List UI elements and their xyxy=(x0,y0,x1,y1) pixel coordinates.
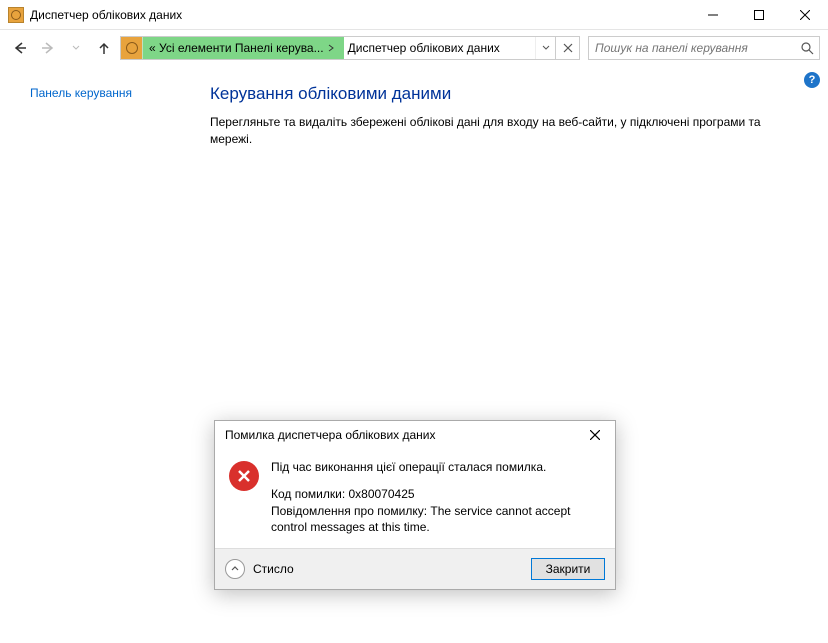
recent-dropdown[interactable] xyxy=(64,36,88,60)
error-code: Код помилки: 0x80070425 xyxy=(271,486,601,503)
dialog-text: Під час виконання цієї операції сталася … xyxy=(271,459,601,536)
dialog-close-button[interactable] xyxy=(581,424,609,446)
sidebar: Панель керування xyxy=(30,76,210,148)
close-icon xyxy=(800,10,810,20)
maximize-icon xyxy=(754,10,764,20)
x-icon xyxy=(562,42,574,54)
address-history-dropdown[interactable] xyxy=(535,37,555,59)
arrow-up-icon xyxy=(97,41,111,55)
address-bar[interactable]: « Усі елементи Панелі керува... Диспетче… xyxy=(120,36,580,60)
dialog-titlebar: Помилка диспетчера облікових даних xyxy=(215,421,615,449)
details-toggle-label[interactable]: Стисло xyxy=(253,562,523,576)
error-icon xyxy=(229,461,259,491)
forward-button[interactable] xyxy=(36,36,60,60)
chevron-down-icon xyxy=(542,44,550,52)
breadcrumb-prefix: « xyxy=(149,41,156,55)
breadcrumb-segment-parent[interactable]: « Усі елементи Панелі керува... xyxy=(143,37,344,59)
app-icon xyxy=(8,7,24,23)
maximize-button[interactable] xyxy=(736,0,782,29)
search-box[interactable] xyxy=(588,36,820,60)
content-area: ? Панель керування Керування обліковими … xyxy=(0,66,828,148)
chevron-right-icon xyxy=(324,44,338,52)
dialog-title: Помилка диспетчера облікових даних xyxy=(225,428,581,442)
search-icon xyxy=(801,42,814,55)
up-button[interactable] xyxy=(92,36,116,60)
error-message: Під час виконання цієї операції сталася … xyxy=(271,459,601,476)
page-heading: Керування обліковими даними xyxy=(210,84,768,104)
location-icon xyxy=(121,37,143,59)
breadcrumb-current-label[interactable]: Диспетчер облікових даних xyxy=(344,41,535,55)
search-input[interactable] xyxy=(589,41,795,55)
back-button[interactable] xyxy=(8,36,32,60)
help-icon[interactable]: ? xyxy=(804,72,820,88)
chevron-down-icon xyxy=(72,44,80,52)
navigation-bar: « Усі елементи Панелі керува... Диспетче… xyxy=(0,30,828,66)
error-detail: Повідомлення про помилку: The service ca… xyxy=(271,503,601,537)
main-panel: Керування обліковими даними Перегляньте … xyxy=(210,76,808,148)
dialog-body: Під час виконання цієї операції сталася … xyxy=(215,449,615,549)
window-titlebar: Диспетчер облікових даних xyxy=(0,0,828,30)
dialog-close-action-button[interactable]: Закрити xyxy=(531,558,605,580)
chevron-up-icon xyxy=(231,565,239,573)
close-icon xyxy=(590,430,600,440)
minimize-button[interactable] xyxy=(690,0,736,29)
sidebar-link-control-panel[interactable]: Панель керування xyxy=(30,86,132,100)
window-title: Диспетчер облікових даних xyxy=(30,8,182,22)
window-controls xyxy=(690,0,828,29)
error-dialog: Помилка диспетчера облікових даних Під ч… xyxy=(214,420,616,590)
details-toggle-button[interactable] xyxy=(225,559,245,579)
arrow-left-icon xyxy=(13,41,27,55)
close-button[interactable] xyxy=(782,0,828,29)
search-button[interactable] xyxy=(795,42,819,55)
breadcrumb-parent-label: Усі елементи Панелі керува... xyxy=(159,41,324,55)
dialog-footer: Стисло Закрити xyxy=(215,549,615,589)
page-description: Перегляньте та видаліть збережені обліко… xyxy=(210,114,768,148)
minimize-icon xyxy=(708,10,718,20)
arrow-right-icon xyxy=(41,41,55,55)
refresh-button[interactable] xyxy=(555,37,579,59)
